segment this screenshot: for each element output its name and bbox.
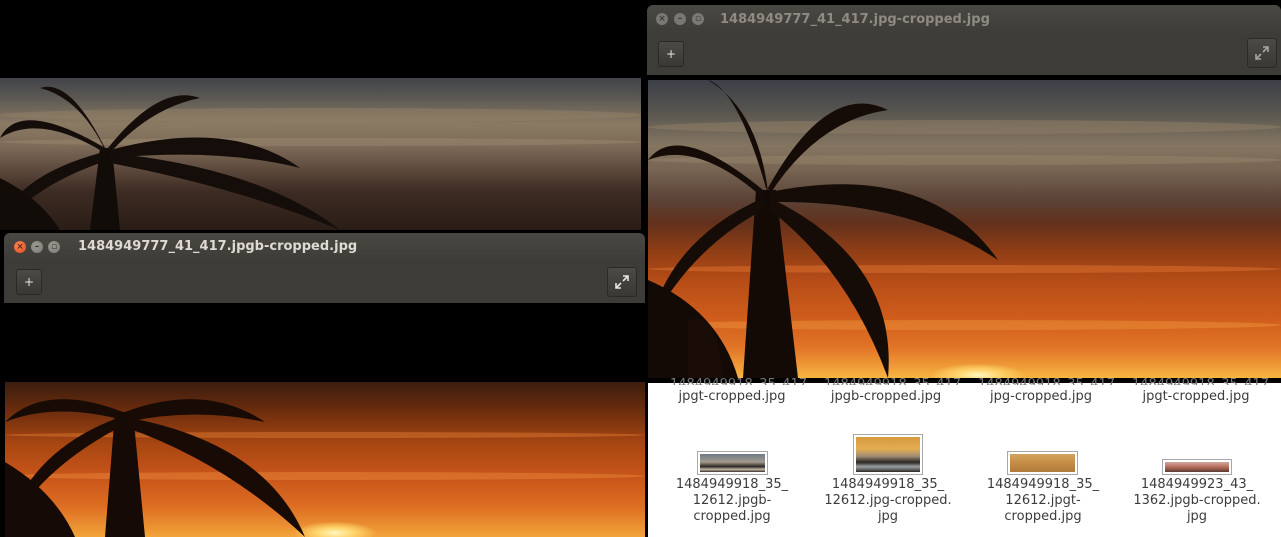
- file-manager-grid: 1484949918_35_417. 1484949918_35_417. 14…: [648, 377, 1281, 537]
- fullscreen-button[interactable]: [607, 267, 637, 297]
- fullscreen-icon: [615, 275, 629, 289]
- image-thumbnail[interactable]: [698, 452, 767, 474]
- file-name-partial: 1484949918_35_417.: [1132, 377, 1272, 385]
- add-button[interactable]: +: [16, 269, 42, 295]
- add-icon: +: [23, 275, 35, 289]
- file-item-label[interactable]: 1484949923_43_ 1362.jpgb-cropped. jpg: [1127, 477, 1267, 525]
- close-icon[interactable]: ×: [14, 241, 26, 253]
- window-titlebar[interactable]: × – ▫ 1484949777_41_417.jpg-cropped.jpg: [647, 5, 1281, 35]
- window-toolbar: +: [647, 35, 1281, 75]
- fullscreen-button[interactable]: [1247, 38, 1277, 68]
- file-item-label[interactable]: 1484949918_35_ 12612.jpgt- cropped.jpg: [973, 477, 1113, 525]
- file-item-label[interactable]: jpgb-cropped.jpg: [816, 389, 956, 405]
- window-title: 1484949777_41_417.jpgb-cropped.jpg: [78, 239, 358, 254]
- file-item-label[interactable]: jpgt-cropped.jpg: [662, 389, 802, 405]
- file-name-partial: 1484949918_35_417.: [670, 377, 810, 385]
- window-toolbar: +: [4, 261, 645, 303]
- palm-silhouette-right: [648, 80, 998, 378]
- window-title: 1484949777_41_417.jpg-cropped.jpg: [720, 12, 990, 27]
- close-icon[interactable]: ×: [656, 13, 668, 25]
- file-name-partial: 1484949918_35_417.: [824, 377, 964, 385]
- image-thumbnail[interactable]: [854, 435, 922, 474]
- image-canvas-right: [648, 80, 1281, 378]
- image-canvas-left: [5, 382, 645, 537]
- maximize-icon[interactable]: ▫: [48, 241, 60, 253]
- file-item-label[interactable]: jpgt-cropped.jpg: [1126, 389, 1266, 405]
- file-item-label[interactable]: 1484949918_35_ 12612.jpg-cropped. jpg: [818, 477, 958, 525]
- add-icon: +: [665, 47, 677, 61]
- file-item-label[interactable]: jpg-cropped.jpg: [971, 389, 1111, 405]
- maximize-icon[interactable]: ▫: [692, 13, 704, 25]
- minimize-icon[interactable]: –: [31, 241, 43, 253]
- minimize-icon[interactable]: –: [674, 13, 686, 25]
- palm-silhouette-left: [5, 399, 305, 537]
- image-thumbnail[interactable]: [1163, 460, 1231, 474]
- image-thumbnail[interactable]: [1008, 452, 1077, 474]
- file-name-partial: 1484949918_35_417.: [978, 377, 1118, 385]
- palm-silhouette-top: [0, 86, 340, 230]
- window-titlebar[interactable]: × – ▫ 1484949777_41_417.jpgb-cropped.jpg: [4, 233, 645, 261]
- fullscreen-icon: [1255, 46, 1269, 60]
- background-photo-top: [0, 78, 641, 230]
- file-item-label[interactable]: 1484949918_35_ 12612.jpgb- cropped.jpg: [662, 477, 802, 525]
- add-button[interactable]: +: [658, 41, 684, 67]
